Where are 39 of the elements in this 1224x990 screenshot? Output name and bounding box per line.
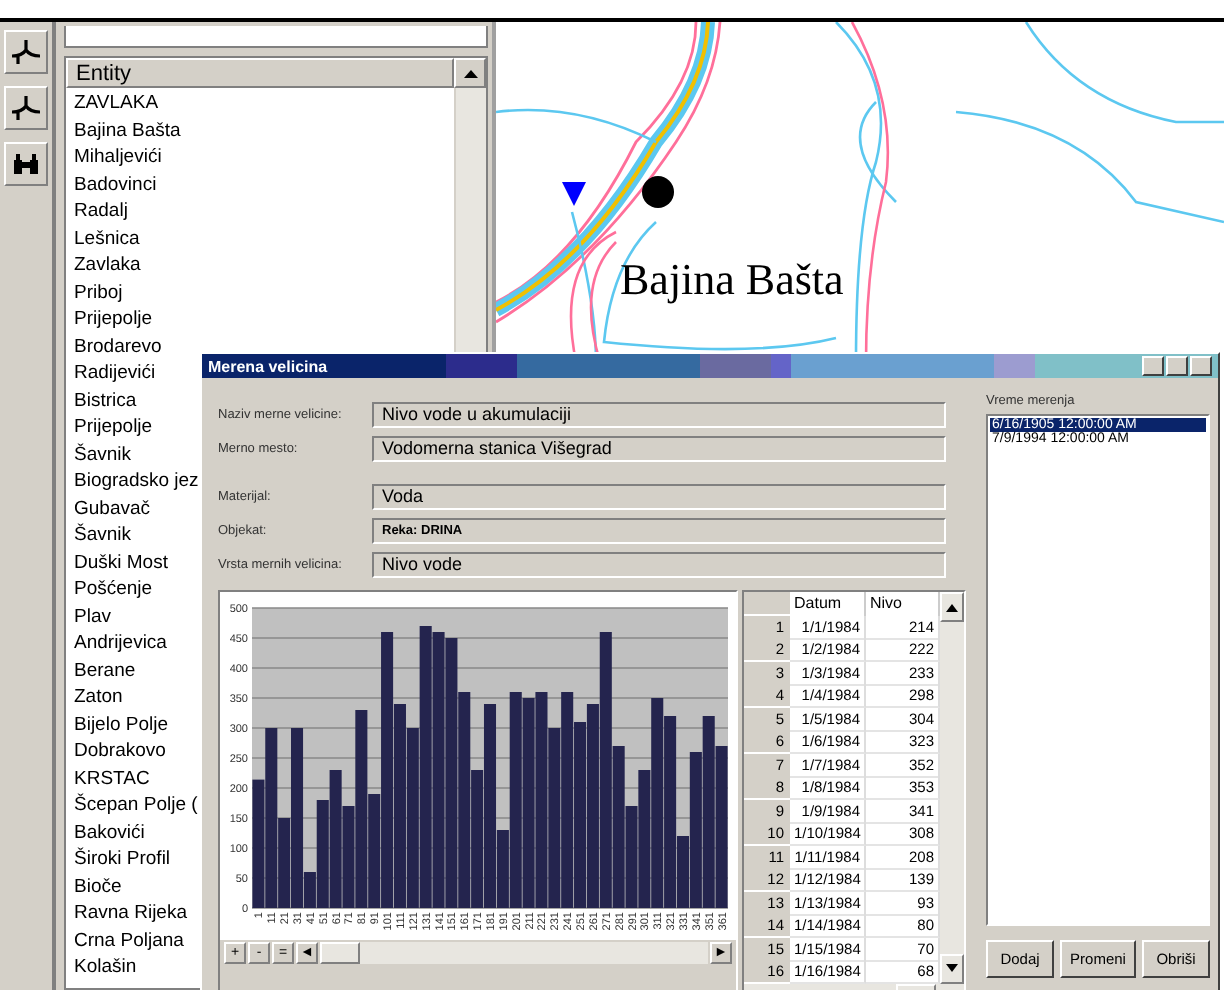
window-title: Merena velicina — [208, 357, 330, 375]
branch-icon — [10, 94, 42, 122]
marker-icon — [562, 182, 586, 206]
input-field[interactable] — [64, 26, 488, 48]
text-field[interactable]: Voda — [372, 483, 946, 509]
text-field[interactable]: Vodomerna stanica Višegrad — [372, 435, 946, 461]
list-item[interactable]: Lešnica — [74, 225, 454, 252]
list-item[interactable]: Radalj — [74, 198, 454, 225]
scroll-up-button[interactable] — [454, 58, 486, 88]
list-item[interactable]: Brodarevo — [74, 333, 454, 360]
list-item[interactable]: Priboj — [74, 279, 454, 306]
text-field[interactable]: Nivo vode — [372, 551, 946, 577]
list-item[interactable]: ZAVLAKA — [74, 90, 454, 117]
column-header[interactable]: Entity — [66, 58, 454, 88]
down-arrow-icon — [946, 964, 958, 972]
branch-tool-button[interactable] — [4, 86, 48, 130]
scroll-thumb[interactable] — [320, 941, 360, 963]
list-item[interactable]: Zavlaka — [74, 252, 454, 279]
list-item[interactable]: Prijepolje — [74, 306, 454, 333]
town-dot — [642, 176, 674, 208]
maximize-button[interactable] — [1166, 356, 1188, 376]
column-header[interactable]: Nivo — [866, 592, 940, 615]
text-field[interactable]: Nivo vode u akumulaciji — [372, 401, 946, 427]
column-header[interactable]: Datum — [790, 592, 866, 615]
minimize-button[interactable] — [1142, 356, 1164, 376]
close-button[interactable] — [1190, 356, 1212, 376]
branch-icon — [10, 38, 42, 66]
list-item[interactable]: Bajina Bašta — [74, 117, 454, 144]
binoculars-button[interactable] — [4, 142, 48, 186]
up-arrow-icon — [463, 69, 477, 77]
branch-tool-button[interactable] — [4, 30, 48, 74]
scroll-down-button[interactable] — [940, 953, 964, 983]
list-item[interactable]: Mihaljevići — [74, 144, 454, 171]
list-item[interactable]: Badovinci — [74, 171, 454, 198]
map-label: Bajina Bašta — [620, 254, 844, 304]
binoculars-icon — [12, 152, 40, 176]
scroll-up-button[interactable] — [940, 592, 964, 622]
scrollbar-track[interactable] — [940, 592, 964, 983]
up-arrow-icon — [946, 603, 958, 611]
